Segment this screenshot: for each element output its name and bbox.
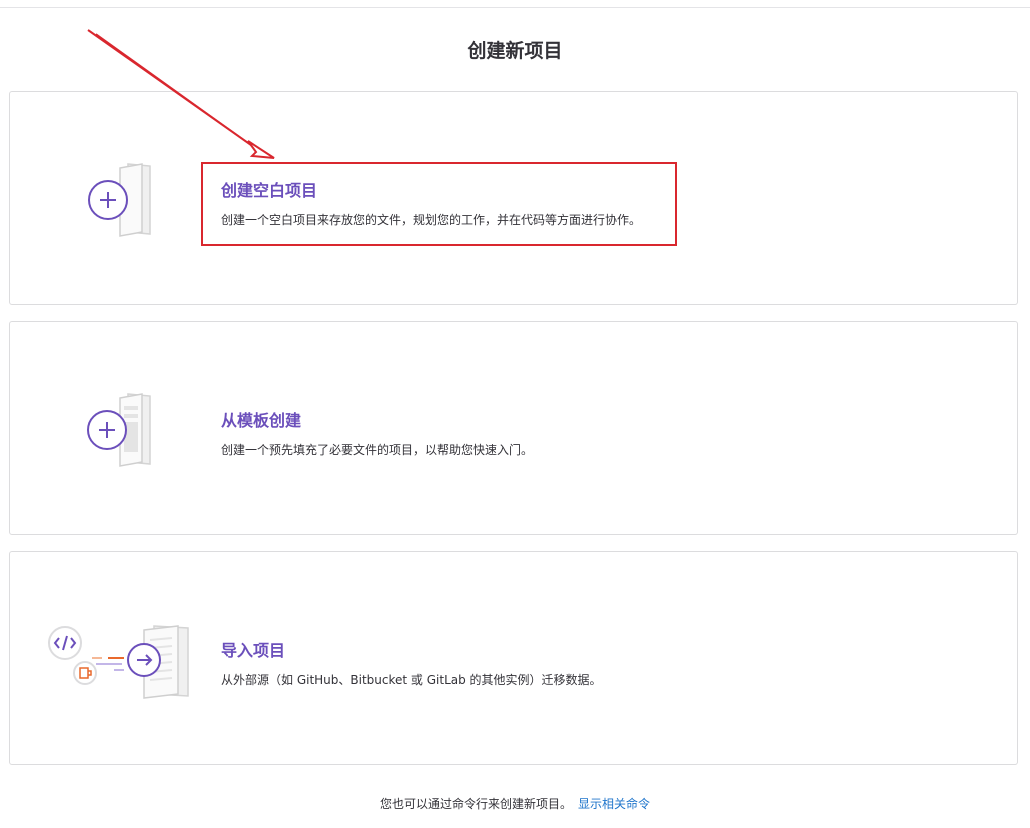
template-illustration <box>70 382 210 482</box>
show-commands-link[interactable]: 显示相关命令 <box>578 797 650 811</box>
create-blank-project-card[interactable]: 创建空白项目 创建一个空白项目来存放您的文件，规划您的工作，并在代码等方面进行协… <box>9 91 1018 305</box>
card-title[interactable]: 导入项目 <box>221 637 602 661</box>
page-title: 创建新项目 <box>467 40 563 62</box>
create-from-template-card[interactable]: 从模板创建 创建一个预先填充了必要文件的项目，以帮助您快速入门。 <box>9 321 1018 535</box>
import-project-card[interactable]: 导入项目 从外部源（如 GitHub、Bitbucket 或 GitLab 的其… <box>9 551 1018 765</box>
import-illustration <box>36 618 206 718</box>
card-description: 从外部源（如 GitHub、Bitbucket 或 GitLab 的其他实例）迁… <box>221 673 602 687</box>
card-description: 创建一个预先填充了必要文件的项目，以帮助您快速入门。 <box>221 443 534 457</box>
card-description: 创建一个空白项目来存放您的文件，规划您的工作，并在代码等方面进行协作。 <box>221 213 642 227</box>
footer: 您也可以通过命令行来创建新项目。 显示相关命令 <box>0 795 1030 812</box>
card-title[interactable]: 从模板创建 <box>221 407 533 431</box>
footer-text: 您也可以通过命令行来创建新项目。 <box>379 797 572 811</box>
card-title[interactable]: 创建空白项目 <box>221 177 641 201</box>
blank-project-illustration <box>70 152 210 252</box>
top-divider <box>0 7 1030 8</box>
